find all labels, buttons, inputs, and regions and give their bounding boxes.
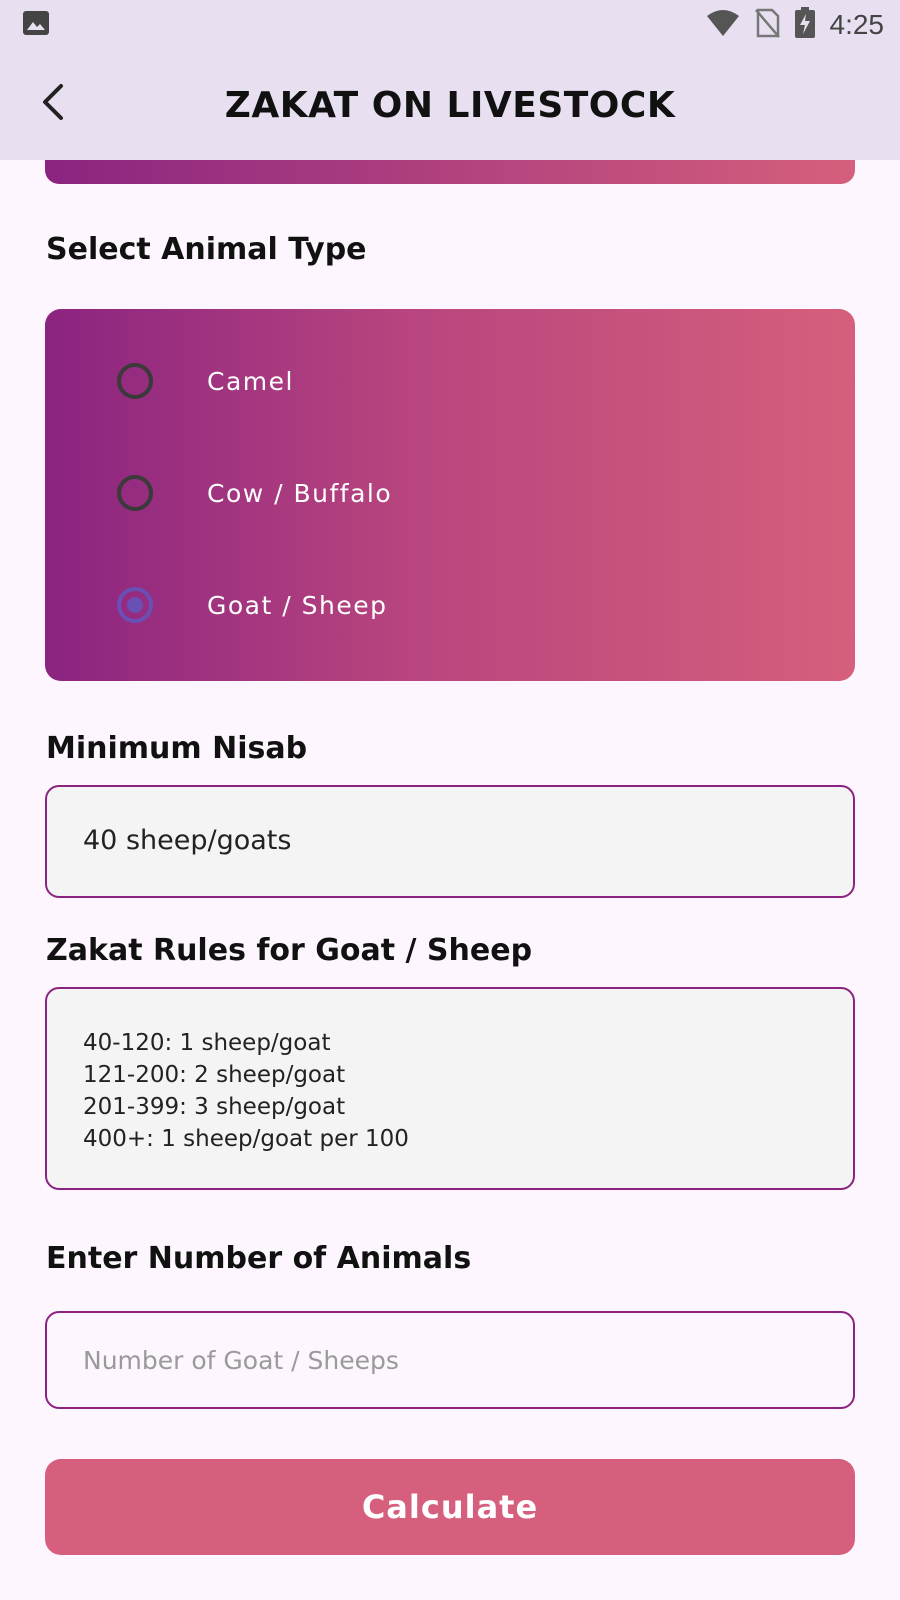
status-time: 4:25 [829, 9, 885, 40]
radio-button[interactable] [117, 363, 153, 399]
radio-option-cow-buffalo[interactable]: Cow / Buffalo [45, 448, 855, 538]
radio-button[interactable] [117, 475, 153, 511]
rules-list: 40-120: 1 sheep/goat 121-200: 2 sheep/go… [83, 1027, 409, 1155]
calculate-button-label: Calculate [361, 1488, 539, 1526]
nisab-value: 40 sheep/goats [83, 825, 292, 856]
wifi-icon [706, 8, 740, 42]
animals-input-container[interactable] [45, 1311, 855, 1409]
animals-count-input[interactable] [47, 1313, 853, 1407]
rules-label: Zakat Rules for Goat / Sheep [46, 933, 533, 968]
page-title: ZAKAT ON LIVESTOCK [224, 84, 676, 126]
main-content: Select Animal Type Camel Cow / Buffalo G… [0, 160, 900, 1600]
radio-option-goat-sheep[interactable]: Goat / Sheep [45, 560, 855, 650]
rule-line: 400+: 1 sheep/goat per 100 [83, 1126, 409, 1152]
image-icon [22, 9, 50, 41]
status-bar: 4:25 [0, 0, 900, 50]
back-arrow-icon [37, 82, 67, 126]
header-gradient-card [45, 160, 855, 184]
nisab-label: Minimum Nisab [46, 731, 308, 766]
animal-type-label: Select Animal Type [46, 232, 367, 267]
battery-charging-icon [794, 7, 816, 43]
rule-line: 121-200: 2 sheep/goat [83, 1062, 346, 1088]
animals-input-label: Enter Number of Animals [46, 1241, 472, 1276]
radio-option-camel[interactable]: Camel [45, 336, 855, 426]
radio-label: Goat / Sheep [207, 590, 388, 620]
radio-label: Cow / Buffalo [207, 478, 393, 508]
nisab-field: 40 sheep/goats [45, 785, 855, 898]
no-sim-icon [754, 8, 780, 42]
rule-line: 40-120: 1 sheep/goat [83, 1030, 331, 1056]
animal-type-radio-group: Camel Cow / Buffalo Goat / Sheep [45, 309, 855, 681]
calculate-button[interactable]: Calculate [45, 1459, 855, 1555]
radio-button-selected[interactable] [117, 587, 153, 623]
back-button[interactable] [26, 78, 78, 130]
rule-line: 201-399: 3 sheep/goat [83, 1094, 346, 1120]
radio-label: Camel [207, 366, 294, 396]
rules-field: 40-120: 1 sheep/goat 121-200: 2 sheep/go… [45, 987, 855, 1190]
app-bar: ZAKAT ON LIVESTOCK [0, 50, 900, 160]
